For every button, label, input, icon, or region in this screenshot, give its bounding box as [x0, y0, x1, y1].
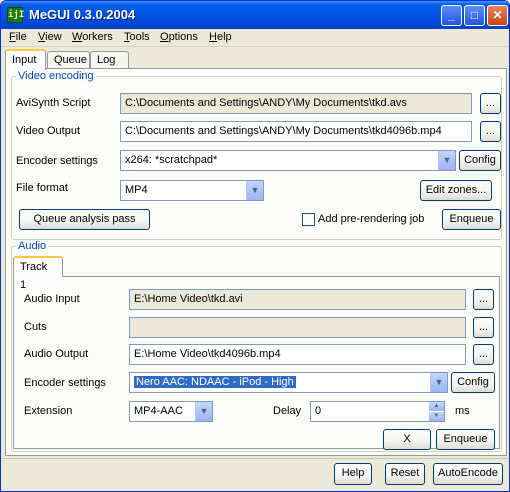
window-title: MeGUI 0.3.0.2004 — [29, 7, 136, 22]
video-enqueue-button[interactable]: Enqueue — [442, 209, 501, 230]
audio-encoder-value: Nero AAC: NDAAC - iPod - High — [134, 376, 296, 388]
input-tab-panel: Video encoding AviSynth Script C:\Docume… — [5, 68, 507, 456]
menu-options[interactable]: Options — [160, 31, 198, 43]
video-encoder-value: x264: *scratchpad* — [125, 154, 218, 166]
delay-unit-label: ms — [455, 405, 470, 417]
audio-output-label: Audio Output — [24, 348, 89, 360]
audio-encoder-label: Encoder settings — [24, 377, 106, 389]
avisynth-browse-button[interactable]: ... — [480, 93, 501, 114]
audio-enqueue-button[interactable]: Enqueue — [436, 429, 495, 450]
video-group-title: Video encoding — [16, 70, 96, 82]
video-output-browse-button[interactable]: ... — [480, 121, 501, 142]
menu-help[interactable]: Help — [209, 31, 232, 43]
audio-output-browse-button[interactable]: ... — [473, 344, 494, 365]
chevron-down-icon: ▼ — [438, 151, 455, 170]
audio-input-browse-button[interactable]: ... — [473, 289, 494, 310]
autoencode-button[interactable]: AutoEncode — [433, 463, 503, 485]
title-bar[interactable]: ijI MeGUI 0.3.0.2004 _ □ ✕ — [1, 1, 509, 29]
menu-tools[interactable]: Tools — [124, 31, 150, 43]
spin-up-icon[interactable]: ▲ — [429, 402, 444, 411]
delay-spin-buttons[interactable]: ▲ ▼ — [429, 402, 444, 421]
help-button[interactable]: Help — [334, 463, 372, 485]
extension-label: Extension — [24, 405, 73, 417]
delay-spinner[interactable]: 0 ▲ ▼ — [310, 401, 445, 422]
cuts-field[interactable] — [129, 317, 466, 338]
menu-file[interactable]: File — [9, 31, 27, 43]
tab-track-1[interactable]: Track 1 — [13, 256, 63, 291]
audio-input-field[interactable]: E:\Home Video\tkd.avi — [129, 289, 466, 310]
extension-select[interactable]: MP4-AAC ▼ — [129, 401, 213, 422]
video-output-field[interactable]: C:\Documents and Settings\ANDY\My Docume… — [120, 121, 472, 142]
delay-label: Delay — [273, 405, 302, 417]
audio-clear-button[interactable]: X — [383, 429, 431, 450]
reset-button[interactable]: Reset — [385, 463, 425, 485]
prerender-checkbox[interactable] — [302, 213, 315, 226]
prerender-label: Add pre-rendering job — [318, 213, 425, 225]
video-config-button[interactable]: Config — [459, 150, 501, 171]
audio-input-label: Audio Input — [24, 293, 80, 305]
audio-output-field[interactable]: E:\Home Video\tkd4096b.mp4 — [129, 344, 466, 365]
edit-zones-button[interactable]: Edit zones... — [420, 180, 492, 201]
avisynth-field[interactable]: C:\Documents and Settings\ANDY\My Docume… — [120, 93, 472, 114]
menu-workers[interactable]: Workers — [72, 31, 113, 43]
file-format-select[interactable]: MP4 ▼ — [120, 180, 264, 201]
chevron-down-icon: ▼ — [246, 181, 263, 200]
cuts-label: Cuts — [24, 321, 47, 333]
queue-analysis-button[interactable]: Queue analysis pass — [19, 209, 150, 230]
chevron-down-icon: ▼ — [430, 373, 447, 392]
avisynth-label: AviSynth Script — [16, 97, 91, 109]
audio-config-button[interactable]: Config — [451, 372, 495, 393]
maximize-button[interactable]: □ — [464, 5, 485, 26]
file-format-label: File format — [16, 182, 68, 194]
video-encoder-label: Encoder settings — [16, 155, 98, 167]
menu-view[interactable]: View — [38, 31, 62, 43]
file-format-value: MP4 — [125, 184, 148, 196]
audio-group-title: Audio — [16, 240, 49, 252]
delay-value: 0 — [315, 405, 322, 417]
footer-divider — [1, 458, 509, 459]
chevron-down-icon: ▼ — [195, 402, 212, 421]
audio-encoder-select[interactable]: Nero AAC: NDAAC - iPod - High ▼ — [129, 372, 448, 393]
tab-input[interactable]: Input — [5, 49, 46, 70]
video-encoder-select[interactable]: x264: *scratchpad* ▼ — [120, 150, 456, 171]
track-1-panel: Audio Input E:\Home Video\tkd.avi ... Cu… — [13, 276, 500, 450]
extension-value: MP4-AAC — [134, 405, 183, 417]
spin-down-icon[interactable]: ▼ — [429, 412, 444, 421]
app-icon: ijI — [7, 7, 24, 23]
close-button[interactable]: ✕ — [487, 5, 508, 26]
menu-bar: File View Workers Tools Options Help — [1, 29, 509, 47]
cuts-browse-button[interactable]: ... — [473, 317, 494, 338]
video-output-label: Video Output — [16, 125, 81, 137]
minimize-button[interactable]: _ — [441, 5, 462, 26]
megui-window: ijI MeGUI 0.3.0.2004 _ □ ✕ File View Wor… — [0, 0, 510, 492]
